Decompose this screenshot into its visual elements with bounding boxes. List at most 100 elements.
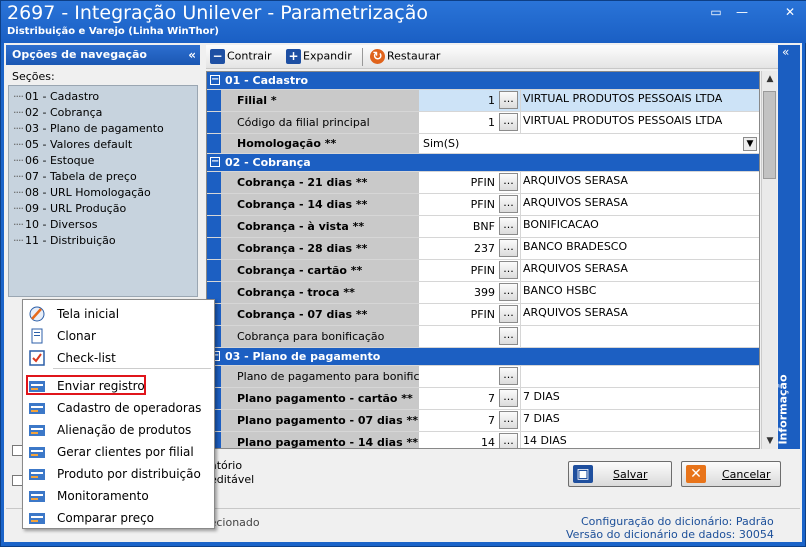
section-plano-pagamento[interactable]: ···· 03 - Plano de pagamento xyxy=(13,122,164,135)
row-cobranca-bonificacao[interactable]: Cobrança para bonificação ... xyxy=(207,326,759,348)
menu-item-gerar-clientes[interactable]: Gerar clientes por filial xyxy=(23,441,214,463)
minus-icon[interactable]: − xyxy=(210,75,220,85)
row-cobranca-28[interactable]: Cobrança - 28 dias ** 237... BANCO BRADES… xyxy=(207,238,759,260)
prop-code[interactable]: 1 xyxy=(419,90,499,111)
floppy-icon: ▣ xyxy=(573,465,593,483)
menu-item-alienacao-produtos[interactable]: Alienação de produtos xyxy=(23,419,214,441)
compare-icon xyxy=(29,513,45,524)
expandir-button[interactable]: + Expandir xyxy=(286,49,352,65)
homologacao-select[interactable]: Sim(S) ▼ xyxy=(421,136,759,153)
window-title: 2697 - Integração Unilever - Parametriza… xyxy=(7,2,428,24)
prop-name: Código da filial principal xyxy=(221,112,419,133)
menu-item-comparar-preco[interactable]: Comparar preço xyxy=(23,507,214,529)
nav-panel-header: Opções de navegação « xyxy=(6,45,200,65)
lookup-button[interactable]: ... xyxy=(499,283,518,301)
lookup-button[interactable]: ... xyxy=(499,389,518,407)
scrollbar-thumb[interactable] xyxy=(763,91,776,179)
lookup-button[interactable]: ... xyxy=(499,367,518,385)
lookup-button[interactable]: ... xyxy=(499,305,518,323)
lookup-button[interactable]: ... xyxy=(499,411,518,429)
section-tabela-preco[interactable]: ···· 07 - Tabela de preço xyxy=(13,170,137,183)
cancel-button[interactable]: ✕ Cancelar xyxy=(681,461,781,487)
menu-item-check-list[interactable]: Check-list xyxy=(23,347,214,369)
lookup-button[interactable]: ... xyxy=(499,261,518,279)
toolbar-separator xyxy=(362,48,363,66)
category-cadastro[interactable]: − 01 - Cadastro xyxy=(207,72,759,90)
row-cobranca-a-vista[interactable]: Cobrança - à vista ** BNF... BONIFICACAO xyxy=(207,216,759,238)
contrair-button[interactable]: − Contrair xyxy=(210,49,272,65)
grid-scrollbar[interactable]: ▲ ▼ xyxy=(761,71,777,449)
restore-window-icon[interactable]: ▭ xyxy=(707,4,725,20)
row-plano-07[interactable]: Plano pagamento - 07 dias ** 7... 7 DIAS xyxy=(207,410,759,432)
lookup-button[interactable]: ... xyxy=(499,173,518,191)
menu-item-produto-distribuicao[interactable]: Produto por distribuição xyxy=(23,463,214,485)
section-diversos[interactable]: ···· 10 - Diversos xyxy=(13,218,97,231)
row-cobranca-troca[interactable]: Cobrança - troca ** 399... BANCO HSBC xyxy=(207,282,759,304)
section-cadastro[interactable]: ···· 01 - Cadastro xyxy=(13,90,99,103)
cancel-x-icon: ✕ xyxy=(686,465,706,483)
category-plano-pagamento[interactable]: − 03 - Plano de pagamento xyxy=(207,348,759,366)
distribution-icon xyxy=(29,469,45,480)
collapse-nav-icon[interactable]: « xyxy=(188,45,196,65)
chevron-down-icon[interactable]: ▼ xyxy=(743,137,757,151)
lookup-button[interactable]: ... xyxy=(499,327,518,345)
row-plano-14[interactable]: Plano pagamento - 14 dias ** 14... 14 DIA… xyxy=(207,432,759,448)
section-distribuicao[interactable]: ···· 11 - Distribuição xyxy=(13,234,116,247)
lookup-button[interactable]: ... xyxy=(499,239,518,257)
client-area: Opções de navegação « Seções: ···· 01 - C… xyxy=(4,43,802,542)
minus-icon[interactable]: − xyxy=(210,157,220,167)
prop-name: Filial * xyxy=(221,90,419,111)
row-homologacao[interactable]: Homologação ** Sim(S) ▼ xyxy=(207,134,759,154)
lookup-button[interactable]: ... xyxy=(499,195,518,213)
home-icon xyxy=(29,306,45,322)
restaurar-button[interactable]: ↻ Restaurar xyxy=(370,49,440,65)
dictionary-config: Configuração do dicionário: Padrão xyxy=(581,515,774,528)
dictionary-version: Versão do dicionário de dados: 30054 xyxy=(566,528,774,541)
lookup-button[interactable]: ... xyxy=(499,217,518,235)
main-window: 2697 - Integração Unilever - Parametriza… xyxy=(0,0,806,547)
menu-item-cadastro-operadoras[interactable]: Cadastro de operadoras xyxy=(23,397,214,419)
row-cobranca-14[interactable]: Cobrança - 14 dias ** PFIN... ARQUIVOS SE… xyxy=(207,194,759,216)
actions-popup-menu: Tela inicial Clonar Check-list Enviar re… xyxy=(22,299,215,529)
scroll-up-icon[interactable]: ▲ xyxy=(762,71,778,87)
expand-icon: + xyxy=(286,49,301,64)
row-cobranca-07[interactable]: Cobrança - 07 dias ** PFIN... ARQUIVOS SE… xyxy=(207,304,759,326)
information-panel[interactable]: « Informação xyxy=(776,45,800,449)
lookup-button[interactable]: ... xyxy=(499,433,518,448)
clients-icon xyxy=(29,447,45,458)
sections-tree: ···· 01 - Cadastro ···· 02 - Cobrança ····… xyxy=(8,85,198,297)
sections-label: Seções: xyxy=(12,70,55,83)
row-plano-cartao[interactable]: Plano pagamento - cartão ** 7... 7 DIAS xyxy=(207,388,759,410)
prop-desc: VIRTUAL PRODUTOS PESSOAIS LTDA xyxy=(520,112,759,133)
expand-info-icon[interactable]: « xyxy=(782,45,789,59)
lookup-button[interactable]: ... xyxy=(499,113,518,131)
restore-icon: ↻ xyxy=(370,49,385,64)
minimize-icon[interactable]: — xyxy=(733,4,751,20)
prop-code[interactable]: 1 xyxy=(419,112,499,133)
category-cobranca[interactable]: − 02 - Cobrança xyxy=(207,154,759,172)
information-label: Informação xyxy=(776,374,790,445)
section-url-homologacao[interactable]: ···· 08 - URL Homologação xyxy=(13,186,151,199)
menu-item-clonar[interactable]: Clonar xyxy=(23,325,214,347)
products-icon xyxy=(29,425,45,436)
menu-separator xyxy=(53,368,211,369)
section-cobranca[interactable]: ···· 02 - Cobrança xyxy=(13,106,102,119)
monitor-icon xyxy=(29,491,45,502)
menu-item-enviar-registro[interactable]: Enviar registro xyxy=(23,375,214,397)
section-valores-default[interactable]: ···· 05 - Valores default xyxy=(13,138,132,151)
section-estoque[interactable]: ···· 06 - Estoque xyxy=(13,154,94,167)
row-cobranca-21[interactable]: Cobrança - 21 dias ** PFIN... ARQUIVOS SE… xyxy=(207,172,759,194)
close-icon[interactable]: ✕ xyxy=(781,4,799,20)
section-url-producao[interactable]: ···· 09 - URL Produção xyxy=(13,202,126,215)
lookup-button[interactable]: ... xyxy=(499,91,518,109)
row-filial-principal[interactable]: Código da filial principal 1... VIRTUAL P… xyxy=(207,112,759,134)
operators-icon xyxy=(29,403,45,414)
legend-editable: editável xyxy=(210,473,255,486)
row-filial[interactable]: Filial * 1... VIRTUAL PRODUTOS PESSOAIS L… xyxy=(207,90,759,112)
menu-item-tela-inicial[interactable]: Tela inicial xyxy=(23,303,214,325)
menu-item-monitoramento[interactable]: Monitoramento xyxy=(23,485,214,507)
prop-name: Homologação ** xyxy=(221,134,419,153)
save-button[interactable]: ▣ Salvar xyxy=(568,461,672,487)
row-plano-bonificacao[interactable]: Plano de pagamento para bonificação ... xyxy=(207,366,759,388)
row-cobranca-cartao[interactable]: Cobrança - cartão ** PFIN... ARQUIVOS SER… xyxy=(207,260,759,282)
